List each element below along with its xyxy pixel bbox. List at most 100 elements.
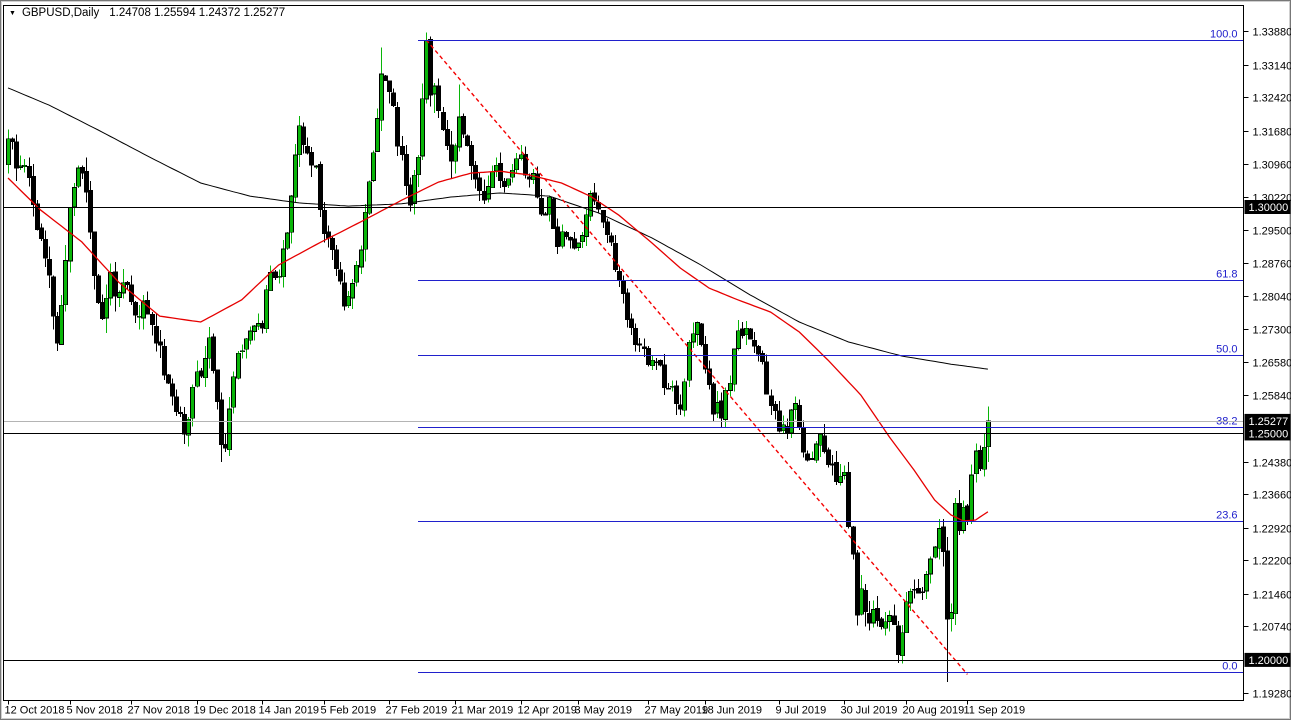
candle-body bbox=[436, 85, 441, 112]
candle-body bbox=[711, 383, 716, 415]
price-axis-label: 1.28760 bbox=[1253, 259, 1291, 271]
candle-body bbox=[96, 275, 101, 304]
candle-body bbox=[432, 85, 437, 95]
candle-body bbox=[309, 151, 314, 166]
candle-body bbox=[404, 153, 409, 187]
candle-body bbox=[875, 608, 880, 621]
candle-body bbox=[896, 625, 901, 656]
fib-label-61.8: 61.8 bbox=[1216, 269, 1237, 281]
candle-body bbox=[14, 141, 19, 169]
candle-body bbox=[871, 609, 876, 624]
candle-body bbox=[100, 302, 105, 319]
price-axis-label: 1.20740 bbox=[1253, 622, 1291, 634]
candle-body bbox=[674, 385, 679, 405]
candle-body bbox=[933, 546, 938, 558]
candle-body bbox=[826, 449, 831, 466]
ohlc-values: 1.24708 1.25594 1.24372 1.25277 bbox=[109, 7, 286, 19]
candle-body bbox=[273, 271, 278, 279]
symbol-info-bar[interactable]: ▼ GBPUSD,Daily 1.24708 1.25594 1.24372 1.2… bbox=[9, 5, 285, 21]
candle-body bbox=[43, 238, 48, 259]
candle-body bbox=[797, 404, 802, 429]
candle-body bbox=[424, 40, 429, 100]
candle-body bbox=[117, 292, 122, 298]
chart-window: 100.0 61.8 50.0 38.2 23.6 0.0 1.33880 1.33140 1.… bbox=[0, 0, 1291, 720]
time-axis-label: 27 May 2019 bbox=[645, 705, 709, 717]
candle-body bbox=[974, 450, 979, 475]
candle-body bbox=[375, 118, 380, 152]
candle-body bbox=[904, 601, 909, 634]
candle-body bbox=[449, 144, 454, 162]
candle-body bbox=[6, 138, 11, 166]
candle-body bbox=[621, 280, 626, 294]
candle-body bbox=[166, 374, 171, 384]
candle-body bbox=[113, 271, 118, 297]
candle-body bbox=[342, 282, 347, 307]
candle-body bbox=[510, 170, 515, 178]
candle-body bbox=[453, 145, 458, 162]
candle-body bbox=[744, 328, 749, 336]
candle-body bbox=[231, 376, 236, 408]
symbol-dropdown-icon[interactable]: ▼ bbox=[9, 10, 16, 17]
candle-body bbox=[650, 359, 655, 367]
candle-body bbox=[252, 325, 257, 332]
price-axis-label: 1.33140 bbox=[1253, 61, 1291, 73]
candle-body bbox=[633, 327, 638, 345]
fib-label-0.0: 0.0 bbox=[1222, 661, 1237, 673]
candle-body bbox=[416, 156, 421, 176]
price-axis-label: 1.26580 bbox=[1253, 358, 1291, 370]
candle-body bbox=[887, 615, 892, 622]
candle-body bbox=[420, 98, 425, 157]
time-axis-label: 3 May 2019 bbox=[575, 705, 632, 717]
candle-body bbox=[691, 333, 696, 343]
candle-body bbox=[514, 158, 519, 171]
candle-body bbox=[764, 361, 769, 395]
time-axis-label: 11 Sep 2019 bbox=[964, 705, 1026, 717]
candle-body bbox=[211, 336, 216, 371]
candle-body bbox=[293, 154, 298, 198]
candle-body bbox=[367, 181, 372, 214]
price-chart-canvas[interactable]: 100.061.850.038.223.60.01.338801.331401.… bbox=[0, 0, 1291, 720]
candle-body bbox=[838, 476, 843, 483]
candle-body bbox=[920, 591, 925, 594]
candle-body bbox=[953, 502, 958, 615]
candle-body bbox=[162, 346, 167, 376]
candle-body bbox=[801, 427, 806, 453]
candle-body bbox=[834, 462, 839, 483]
candle-body bbox=[568, 237, 573, 241]
candle-body bbox=[793, 403, 798, 411]
time-axis-label: 5 Feb 2019 bbox=[321, 705, 377, 717]
time-axis-label: 12 Oct 2018 bbox=[5, 705, 65, 717]
candle-body bbox=[687, 341, 692, 381]
candle-body bbox=[371, 152, 376, 181]
price-axis-label: 1.22920 bbox=[1253, 524, 1291, 536]
candle-body bbox=[662, 364, 667, 388]
price-axis-label: 1.33880 bbox=[1253, 27, 1291, 39]
candle-body bbox=[314, 165, 319, 168]
candle-body bbox=[199, 370, 204, 377]
candle-body bbox=[678, 404, 683, 410]
candle-body bbox=[55, 315, 60, 344]
candle-body bbox=[203, 358, 208, 379]
candle-body bbox=[469, 145, 474, 167]
candle-body bbox=[219, 399, 224, 446]
candle-body bbox=[240, 350, 245, 353]
candle-body bbox=[666, 387, 671, 390]
candle-body bbox=[822, 435, 827, 453]
candle-body bbox=[576, 242, 581, 248]
candle-body bbox=[814, 443, 819, 461]
candle-body bbox=[301, 126, 306, 146]
candle-body bbox=[605, 221, 610, 235]
candle-body bbox=[609, 235, 614, 243]
candle-body bbox=[777, 410, 782, 432]
symbol-period-label: GBPUSD,Daily bbox=[21, 7, 100, 19]
time-axis-label: 14 Jan 2019 bbox=[259, 705, 320, 717]
candle-body bbox=[629, 318, 634, 328]
price-axis-label: 1.23660 bbox=[1253, 490, 1291, 502]
candle-body bbox=[769, 395, 774, 407]
window-background bbox=[0, 0, 1291, 720]
price-axis-label: 1.32420 bbox=[1253, 93, 1291, 105]
candle-body bbox=[830, 463, 835, 466]
candle-body bbox=[260, 322, 265, 329]
time-axis-label: 18 Jun 2019 bbox=[702, 705, 763, 717]
candle-body bbox=[182, 414, 187, 435]
